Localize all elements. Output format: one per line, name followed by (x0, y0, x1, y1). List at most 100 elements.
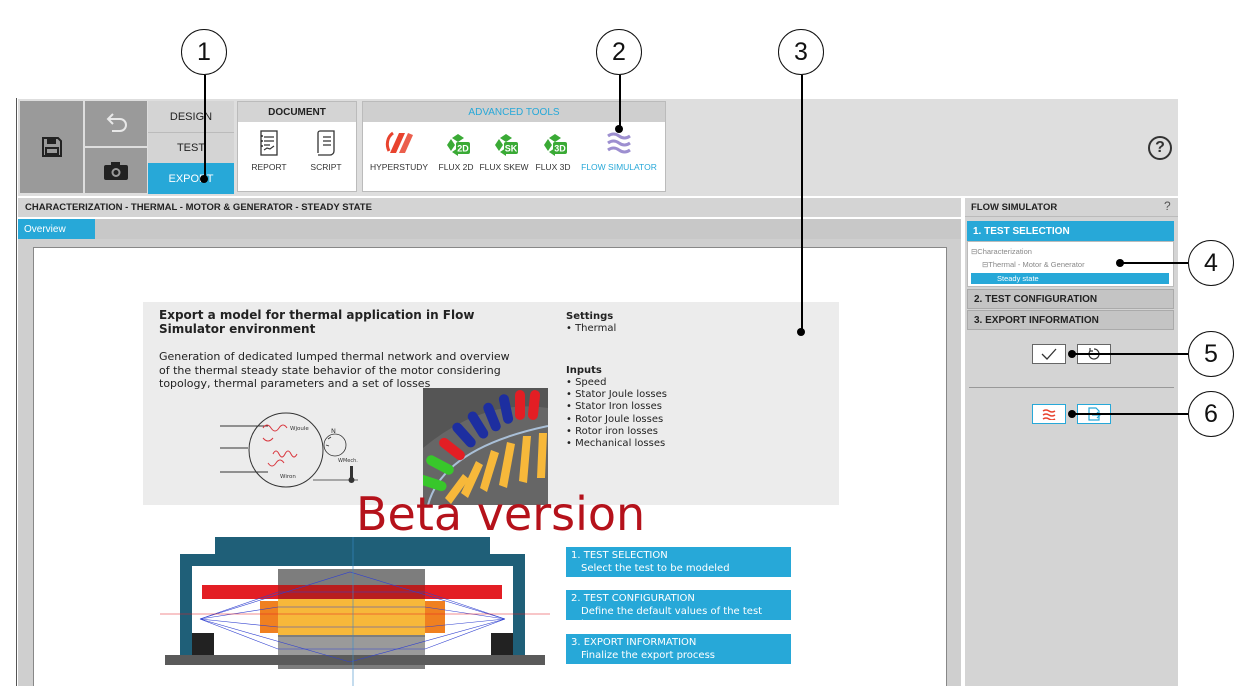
callout-5: 5 (1188, 331, 1234, 377)
validate-button[interactable] (1032, 344, 1066, 364)
callout-4: 4 (1188, 240, 1234, 286)
flux3d-icon-text: 3D (554, 144, 566, 154)
callout-1-leader (204, 75, 206, 177)
report-icon (260, 130, 278, 156)
callout-2-dot (615, 125, 623, 133)
step-desc: Finalize the export process (581, 650, 715, 661)
step-title: 3. EXPORT INFORMATION (571, 637, 697, 648)
callout-1-dot (200, 175, 208, 183)
wmech-label: WMech. (338, 458, 358, 464)
callout-1: 1 (181, 29, 227, 75)
fluxskew-icon: SK (493, 132, 518, 156)
motor-loss-diagram: Wjoule Wiron N WMech. (220, 412, 358, 488)
flow-simulator-icon (1042, 409, 1056, 420)
flow-simulator-label: FLOW SIMULATOR (581, 162, 657, 172)
side-panel-title: FLOW SIMULATOR (971, 201, 1058, 213)
callout-6-dot (1068, 410, 1076, 418)
window-left-edge (16, 98, 17, 686)
callout-4-dot (1116, 259, 1124, 267)
script-icon (317, 130, 335, 156)
main-title-bar: CHARACTERIZATION - THERMAL - MOTOR & GEN… (18, 198, 961, 217)
wiron-label: Wiron (280, 474, 296, 480)
tab-bar (18, 219, 961, 239)
input-item: • Stator Joule losses (566, 389, 667, 401)
flow-simulator-export-button[interactable] (1032, 404, 1066, 424)
main-title: CHARACTERIZATION - THERMAL - MOTOR & GEN… (25, 202, 372, 213)
section-test-selection[interactable]: 1. TEST SELECTION (967, 221, 1174, 241)
callout-2-leader (619, 75, 621, 128)
script-button[interactable]: SCRIPT (303, 128, 349, 172)
fluxskew-icon-text: SK (505, 144, 518, 154)
callout-4-leader (1120, 262, 1188, 264)
flow-simulator-button[interactable]: FLOW SIMULATOR (580, 128, 658, 172)
report-button[interactable]: REPORT (246, 128, 292, 172)
flux2d-icon: 2D (445, 132, 470, 156)
callout-2: 2 (596, 29, 642, 75)
side-panel-divider (969, 387, 1174, 388)
step-desc: Define the default values of the test in… (581, 606, 763, 630)
input-item: • Speed (566, 377, 607, 388)
fluxskew-button[interactable]: SK FLUX SKEW (479, 128, 529, 172)
save-button[interactable] (20, 101, 83, 193)
hyperstudy-button[interactable]: HYPERSTUDY (370, 128, 428, 172)
input-item: • Rotor Joule losses (566, 413, 664, 425)
hyperstudy-label: HYPERSTUDY (370, 162, 429, 172)
undo-button[interactable] (85, 101, 147, 146)
step-title: 1. TEST SELECTION (571, 550, 668, 561)
tree-item-thermal[interactable]: ⊟Thermal - Motor & Generator (982, 260, 1085, 269)
tree-item-characterization[interactable]: ⊟Characterization (971, 247, 1032, 256)
hyperstudy-icon (385, 131, 413, 153)
overview-heading: Export a model for thermal application i… (159, 308, 475, 336)
settings-title: Settings (566, 311, 614, 322)
beta-watermark: Beta version (356, 487, 646, 541)
save-icon (41, 137, 62, 157)
export-button[interactable]: EXPORT (148, 163, 234, 194)
motor-cross-section (160, 537, 550, 686)
check-icon (1041, 348, 1057, 360)
test-button[interactable]: TEST (148, 132, 234, 163)
flow-simulator-icon (607, 132, 631, 154)
step-desc: Select the test to be modeled (581, 563, 730, 574)
flux2d-label: FLUX 2D (438, 162, 474, 172)
flux3d-icon: 3D (542, 132, 567, 156)
camera-icon (104, 161, 128, 180)
tree-item-steady-state[interactable]: Steady state (971, 273, 1169, 284)
wjoule-label: Wjoule (290, 426, 309, 432)
document-group-title: DOCUMENT (238, 102, 356, 122)
settings-item: • Thermal (566, 323, 617, 334)
step-test-configuration: 2. TEST CONFIGURATION Define the default… (566, 590, 791, 630)
callout-3-dot (797, 328, 805, 336)
input-item: • Mechanical losses (566, 438, 666, 450)
speed-n-label: N (331, 427, 336, 435)
step-test-selection: 1. TEST SELECTION Select the test to be … (566, 547, 791, 577)
flux2d-icon-text: 2D (457, 144, 469, 154)
overview-description: Generation of dedicated lumped thermal n… (159, 350, 510, 390)
tab-overview[interactable]: Overview (18, 219, 95, 239)
callout-6: 6 (1188, 391, 1234, 437)
callout-3: 3 (778, 29, 824, 75)
inputs-list: • Speed • Stator Joule losses • Stator I… (566, 377, 667, 450)
side-panel-help-icon[interactable]: ? (1164, 199, 1171, 213)
script-label: SCRIPT (310, 162, 342, 172)
inputs-title: Inputs (566, 365, 602, 376)
callout-5-dot (1068, 350, 1076, 358)
callout-3-leader (801, 75, 803, 330)
fluxskew-label: FLUX SKEW (479, 162, 529, 172)
undo-icon (106, 112, 127, 132)
callout-5-leader (1074, 353, 1188, 355)
side-panel-header: FLOW SIMULATOR (965, 198, 1178, 217)
section-export-information[interactable]: 3. EXPORT INFORMATION (967, 310, 1174, 330)
step-export-information: 3. EXPORT INFORMATION Finalize the expor… (566, 634, 791, 664)
report-label: REPORT (251, 162, 287, 172)
screenshot-button[interactable] (85, 148, 147, 193)
callout-6-leader (1074, 413, 1188, 415)
section-test-configuration[interactable]: 2. TEST CONFIGURATION (967, 289, 1174, 309)
design-button[interactable]: DESIGN (148, 101, 234, 132)
flux3d-button[interactable]: 3D FLUX 3D (530, 128, 576, 172)
input-item: • Rotor iron losses (566, 425, 659, 437)
help-button[interactable]: ? (1148, 136, 1172, 160)
flux3d-label: FLUX 3D (535, 162, 571, 172)
flux2d-button[interactable]: 2D FLUX 2D (433, 128, 479, 172)
input-item: • Stator Iron losses (566, 401, 662, 413)
step-title: 2. TEST CONFIGURATION (571, 593, 695, 604)
